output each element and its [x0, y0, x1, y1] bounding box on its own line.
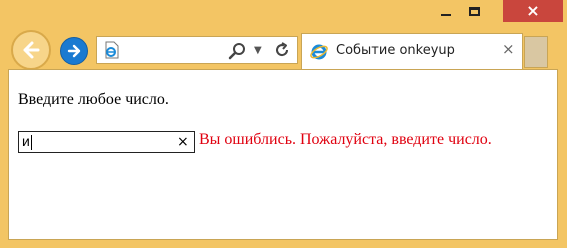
minimize-icon — [441, 14, 451, 16]
forward-button[interactable] — [60, 37, 88, 65]
text-caret — [31, 135, 32, 150]
close-window-button[interactable]: × — [503, 0, 563, 22]
close-icon: × — [526, 1, 540, 20]
tab-close-icon[interactable]: × — [502, 40, 515, 58]
tab-title: Событие onkeyup — [336, 43, 455, 58]
input-value: и — [22, 133, 30, 149]
error-message: Вы ошиблись. Пожалуйста, введите число. — [199, 131, 492, 148]
back-arrow-icon — [23, 41, 40, 59]
page-content: Введите любое число. и × Вы ошиблись. По… — [8, 69, 558, 240]
back-button[interactable] — [11, 30, 51, 70]
ie-logo-icon — [310, 44, 328, 60]
ie-page-icon — [105, 41, 119, 59]
tab-active[interactable]: Событие onkeyup × — [301, 33, 523, 69]
address-bar[interactable]: ▼ — [96, 36, 298, 64]
number-input[interactable]: и × — [18, 131, 195, 153]
maximize-button[interactable] — [461, 0, 487, 22]
refresh-icon[interactable] — [273, 41, 291, 59]
forward-arrow-icon — [67, 44, 81, 58]
browser-window: × ▼ Событие onkeyup × Введите любое числ… — [0, 0, 567, 248]
maximize-icon — [468, 6, 480, 16]
search-icon[interactable] — [227, 41, 247, 61]
minimize-button[interactable] — [433, 0, 459, 22]
chevron-down-icon[interactable]: ▼ — [254, 42, 262, 60]
prompt-text: Введите любое число. — [18, 91, 169, 108]
new-tab-button[interactable] — [524, 36, 548, 68]
clear-input-icon[interactable]: × — [177, 132, 189, 152]
